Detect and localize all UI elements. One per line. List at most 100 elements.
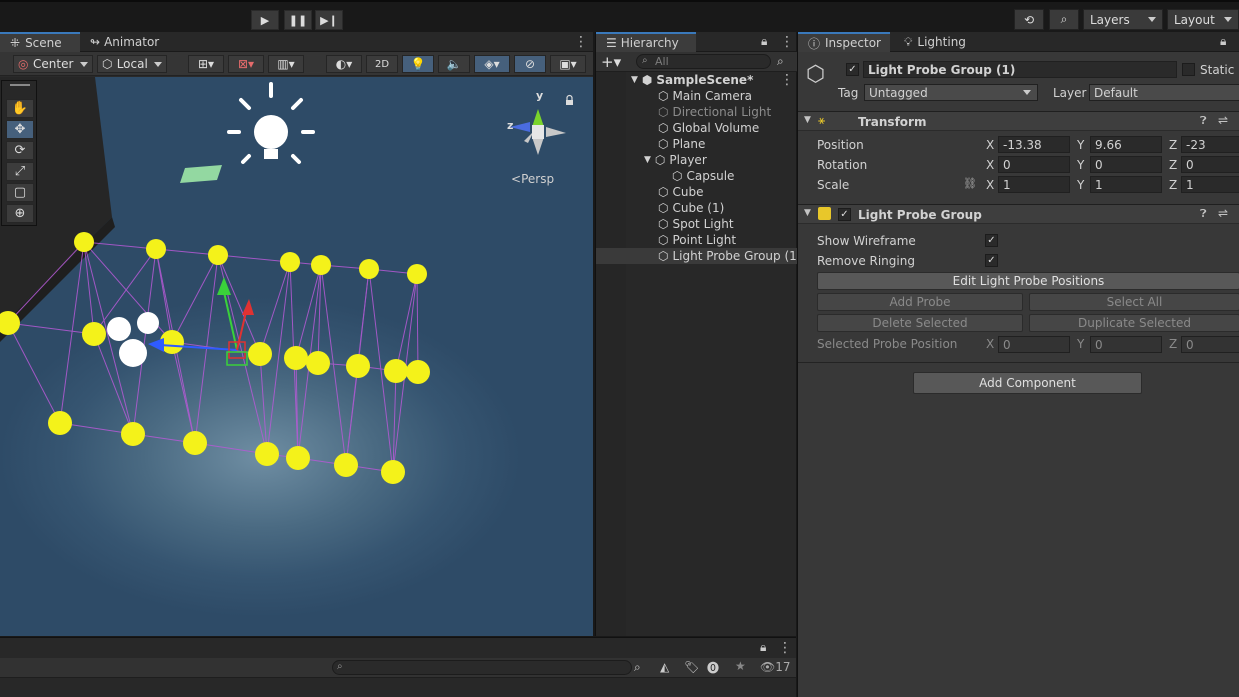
light-probe[interactable] <box>255 442 279 466</box>
scene-visibility-toggle[interactable]: ⊘ <box>514 55 546 73</box>
snap-increment-button[interactable]: ⊠▾ <box>228 55 264 73</box>
star-icon[interactable]: ★ <box>735 659 746 673</box>
light-probe[interactable] <box>183 431 207 455</box>
tab-hierarchy[interactable]: ☰ Hierarchy <box>596 32 696 52</box>
scene-row[interactable]: ▼ ⬢ SampleScene* ⋮ <box>596 72 797 88</box>
light-probe[interactable] <box>74 232 94 252</box>
scale-x-field[interactable]: 1 <box>998 176 1070 193</box>
tab-lighting[interactable]: 💡︎ Lighting <box>894 32 976 52</box>
light-probe[interactable] <box>406 360 430 384</box>
hierarchy-item[interactable]: ⬡ Plane <box>596 136 797 152</box>
rotation-x-field[interactable]: 0 <box>998 156 1070 173</box>
link-scale-icon[interactable]: ⛓ <box>963 177 977 190</box>
light-probe[interactable] <box>381 460 405 484</box>
grid-snap-button[interactable]: ⊞▾ <box>188 55 224 73</box>
position-x-field[interactable]: -13.38 <box>998 136 1070 153</box>
transform-header[interactable]: ▼ ⚹ Transform ❓︎ ⇌ <box>798 111 1239 131</box>
console-search-input[interactable]: ⌕ <box>332 660 632 675</box>
more-options-icon[interactable]: ⋮ <box>780 34 794 50</box>
hierarchy-item[interactable]: ⬡ Light Probe Group (1) <box>596 248 801 264</box>
light-probe[interactable] <box>346 354 370 378</box>
filter-type-icon[interactable]: ◭ <box>660 660 669 674</box>
scene-search-icon[interactable]: ⌕ <box>777 54 784 69</box>
axis-y-label[interactable]: Y <box>1077 158 1084 172</box>
lighting-toggle[interactable]: 💡 <box>402 55 434 73</box>
selected-position-y-field[interactable]: 0 <box>1090 336 1162 353</box>
help-icon[interactable]: ❓︎ <box>1200 207 1207 221</box>
light-probe[interactable] <box>121 422 145 446</box>
light-probe[interactable] <box>311 255 331 275</box>
axis-y-label[interactable]: Y <box>1077 138 1084 152</box>
more-options-icon[interactable]: ⋮ <box>778 640 792 656</box>
select-all-button[interactable]: Select All <box>1029 293 1239 311</box>
axis-x-label[interactable]: X <box>986 138 994 152</box>
hierarchy-item[interactable]: ⬡ Point Light <box>596 232 797 248</box>
light-probe[interactable] <box>208 245 228 265</box>
position-y-field[interactable]: 9.66 <box>1090 136 1162 153</box>
scale-y-field[interactable]: 1 <box>1090 176 1162 193</box>
show-wireframe-checkbox[interactable]: ✓ <box>985 234 998 247</box>
axis-y-label[interactable]: Y <box>1077 178 1084 192</box>
camera-settings-button[interactable]: ▣▾ <box>550 55 586 73</box>
delete-selected-button[interactable]: Delete Selected <box>817 314 1023 332</box>
rotation-z-field[interactable]: 0 <box>1181 156 1239 173</box>
tab-scene[interactable]: ⁜ Scene <box>0 32 80 52</box>
step-button[interactable]: ▶❙ <box>315 10 343 30</box>
axis-z-label[interactable]: Z <box>1169 178 1177 192</box>
selected-position-z-field[interactable]: 0 <box>1181 336 1239 353</box>
undo-history-button[interactable]: ⟲ <box>1014 9 1044 30</box>
hierarchy-item[interactable]: ⬡ Global Volume <box>596 120 797 136</box>
layout-dropdown[interactable]: Layout <box>1167 9 1239 30</box>
effects-toggle[interactable]: ◈▾ <box>474 55 510 73</box>
hierarchy-item[interactable]: ⬡ Directional Light <box>596 104 797 120</box>
settings-sliders-icon[interactable]: ⇌ <box>1218 206 1228 220</box>
help-icon[interactable]: ❓︎ <box>1200 114 1207 128</box>
light-probe[interactable] <box>407 264 427 284</box>
2d-toggle[interactable]: 2D <box>366 55 398 73</box>
scale-tool-button[interactable]: ⤢ <box>6 162 34 181</box>
pause-button[interactable]: ❚❚ <box>284 10 312 30</box>
lock-icon[interactable]: 🔒︎ <box>761 34 767 49</box>
position-z-field[interactable]: -23 <box>1181 136 1239 153</box>
selected-position-x-field[interactable]: 0 <box>998 336 1070 353</box>
light-probe[interactable] <box>334 453 358 477</box>
warning-icon[interactable]: ⓿ <box>707 659 719 676</box>
add-component-button[interactable]: Add Component <box>913 372 1142 394</box>
transform-tool-button[interactable]: ⊕ <box>6 204 34 223</box>
filter-search-icon[interactable]: ⌕ <box>634 660 641 675</box>
hierarchy-item[interactable]: ▼ ⬡ Player <box>596 152 797 168</box>
light-probe[interactable] <box>280 252 300 272</box>
axis-z-label[interactable]: Z <box>1169 138 1177 152</box>
lock-icon[interactable]: 🔒︎ <box>1220 34 1226 49</box>
light-probe[interactable] <box>248 342 272 366</box>
play-button[interactable]: ▶ <box>251 10 279 30</box>
layers-dropdown[interactable]: Layers <box>1083 9 1163 30</box>
add-icon[interactable]: +▾ <box>601 53 621 71</box>
orientation-gizmo[interactable] <box>510 109 566 155</box>
lock-icon[interactable]: 🔒︎ <box>760 640 766 655</box>
ruler-button[interactable]: ▥▾ <box>268 55 304 73</box>
lock-icon[interactable] <box>566 94 573 106</box>
more-options-icon[interactable]: ⋮ <box>574 34 588 50</box>
light-probe[interactable] <box>384 359 408 383</box>
hand-tool-button[interactable]: ✋ <box>6 99 34 118</box>
tab-inspector[interactable]: ⓘ Inspector <box>798 32 890 52</box>
plane-gizmo[interactable] <box>180 165 222 183</box>
component-enabled-checkbox[interactable]: ✓ <box>838 208 851 221</box>
light-probe[interactable] <box>48 411 72 435</box>
static-checkbox[interactable] <box>1182 63 1195 76</box>
duplicate-selected-button[interactable]: Duplicate Selected <box>1029 314 1239 332</box>
hierarchy-search-input[interactable]: ⌕ All <box>636 54 771 69</box>
draw-mode-button[interactable]: ◐▾ <box>326 55 362 73</box>
light-probe-group-header[interactable]: ▼ ✓ Light Probe Group ❓︎ ⇌ <box>798 204 1239 224</box>
axis-z-label[interactable]: Z <box>1169 158 1177 172</box>
object-name-field[interactable]: Light Probe Group (1) <box>863 61 1177 78</box>
tag-dropdown[interactable]: Untagged <box>864 84 1038 101</box>
hierarchy-item[interactable]: ⬡ Main Camera <box>596 88 797 104</box>
axis-x-label[interactable]: X <box>986 178 994 192</box>
move-tool-button[interactable]: ✥ <box>6 120 34 139</box>
light-probe[interactable] <box>359 259 379 279</box>
edit-light-probe-positions-button[interactable]: Edit Light Probe Positions <box>817 272 1239 290</box>
settings-sliders-icon[interactable]: ⇌ <box>1218 113 1228 127</box>
layer-dropdown[interactable]: Default <box>1089 84 1239 101</box>
